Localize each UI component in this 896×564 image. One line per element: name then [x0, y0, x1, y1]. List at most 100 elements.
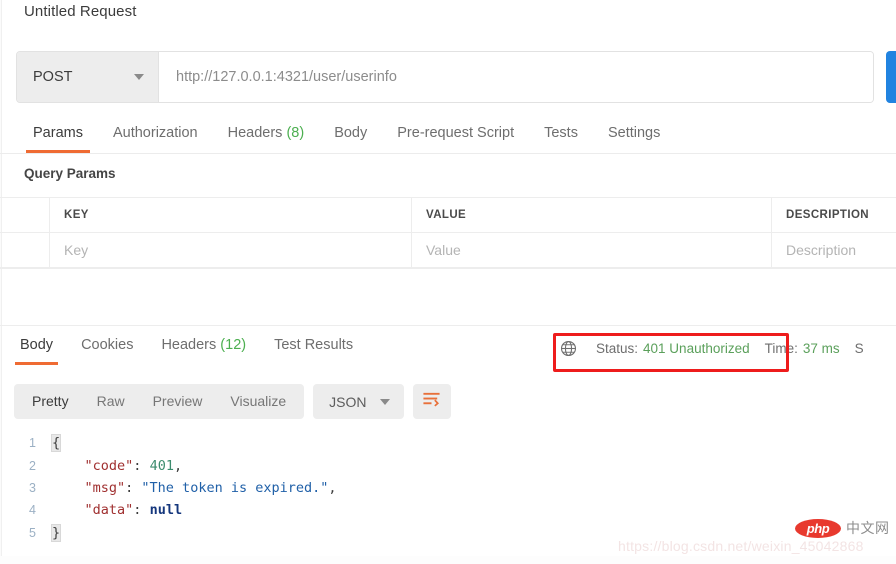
param-key-input[interactable]: Key — [50, 233, 412, 267]
time-value[interactable]: 37 ms — [803, 341, 840, 356]
status-label: Status: — [596, 341, 639, 356]
watermark-logo-suffix: 中文网 — [846, 520, 890, 536]
tab-authorization-label: Authorization — [112, 125, 198, 141]
word-wrap-icon — [422, 391, 441, 412]
query-params-table: KEY VALUE DESCRIPTION Key Value Descript… — [0, 197, 896, 269]
view-mode-visualize[interactable]: Visualize — [216, 385, 300, 418]
code-text: } — [50, 523, 62, 542]
code-line: 4 "data": null — [0, 499, 896, 521]
column-header-description: DESCRIPTION — [786, 209, 869, 221]
column-header-key: KEY — [50, 198, 412, 232]
code-line: 2 "code": 401, — [0, 454, 896, 476]
json-number: 401 — [149, 457, 174, 474]
line-number: 3 — [29, 480, 36, 495]
tab-headers-label: Headers — [227, 125, 283, 141]
tab-settings[interactable]: Settings — [593, 120, 675, 153]
code-line: 3 "msg": "The token is expired.", — [0, 477, 896, 499]
json-punct: : — [133, 502, 150, 519]
row-checkbox[interactable] — [0, 233, 50, 267]
json-string: "The token is expired." — [141, 479, 329, 496]
query-params-heading: Query Params — [24, 166, 116, 181]
page-title: Untitled Request — [24, 3, 137, 20]
postman-window: Untitled Request POST http://127.0.0.1:4… — [0, 0, 896, 564]
json-null: null — [149, 502, 183, 519]
view-mode-raw[interactable]: Raw — [83, 385, 139, 418]
tab-body-label: Body — [334, 125, 368, 141]
code-text: { — [50, 434, 62, 453]
view-mode-pretty[interactable]: Pretty — [18, 385, 83, 418]
tab-tests[interactable]: Tests — [529, 120, 593, 153]
php-logo-icon: php — [795, 518, 841, 538]
view-mode-group: Pretty Raw Preview Visualize — [14, 384, 305, 419]
tab-headers-count: (8) — [286, 125, 305, 141]
tab-authorization[interactable]: Authorization — [98, 120, 213, 153]
response-body-code[interactable]: 1 { 2 "code": 401, 3 "msg": "The token i… — [0, 432, 896, 544]
response-tab-body[interactable]: Body — [6, 333, 67, 365]
json-punct: , — [328, 479, 337, 496]
table-row[interactable]: Key Value Description — [0, 233, 896, 268]
param-value-input[interactable]: Value — [412, 233, 772, 267]
line-number: 5 — [29, 525, 36, 540]
response-tab-headers[interactable]: Headers (12) — [147, 333, 260, 365]
response-tab-cookies-label: Cookies — [81, 337, 134, 353]
column-header-value: VALUE — [412, 198, 772, 232]
bottom-edge — [0, 556, 896, 564]
tab-params-label: Params — [33, 125, 83, 141]
tab-pre-request-script[interactable]: Pre-request Script — [382, 120, 529, 153]
time-label: Time: — [764, 341, 798, 356]
code-text: "msg": "The token is expired.", — [52, 480, 337, 496]
view-mode-preview[interactable]: Preview — [139, 385, 217, 418]
globe-icon — [560, 340, 577, 357]
response-tab-headers-label: Headers — [161, 337, 217, 353]
chevron-down-icon — [134, 74, 144, 80]
tab-headers[interactable]: Headers (8) — [213, 120, 320, 153]
request-tabs: Params Authorization Headers (8) Body Pr… — [0, 120, 896, 154]
format-label: JSON — [329, 393, 367, 410]
code-line: 1 { — [0, 432, 896, 454]
response-body-toolbar: Pretty Raw Preview Visualize JSON — [14, 384, 451, 419]
response-tab-test-results[interactable]: Test Results — [260, 333, 367, 365]
code-text: "code": 401, — [52, 457, 183, 474]
response-tab-test-results-label: Test Results — [274, 337, 354, 353]
param-description-input[interactable]: Description — [772, 233, 896, 267]
response-tab-cookies[interactable]: Cookies — [67, 333, 147, 365]
watermark-url: https://blog.csdn.net/weixin_45042868 — [618, 538, 864, 554]
open-brace: { — [50, 434, 62, 453]
pane-divider[interactable] — [0, 325, 896, 326]
response-meta: Status: 401 Unauthorized Time: 37 ms S — [560, 340, 864, 357]
send-button[interactable] — [886, 51, 896, 103]
word-wrap-button[interactable] — [412, 384, 451, 419]
response-tab-body-label: Body — [20, 337, 54, 353]
size-label-truncated: S — [854, 341, 864, 356]
http-method-select[interactable]: POST — [17, 52, 159, 102]
tab-settings-label: Settings — [607, 125, 661, 141]
close-brace: } — [50, 523, 62, 542]
response-tab-headers-count: (12) — [220, 337, 247, 353]
tab-pre-request-script-label: Pre-request Script — [397, 125, 515, 141]
json-punct: : — [133, 457, 150, 474]
watermark-logo: php 中文网 — [795, 518, 890, 538]
tab-body[interactable]: Body — [319, 120, 382, 153]
line-number: 2 — [29, 458, 36, 473]
line-number: 4 — [29, 503, 36, 518]
column-header-checkbox — [0, 198, 50, 232]
json-key: "msg" — [84, 479, 126, 496]
line-number: 1 — [29, 436, 36, 451]
json-punct: , — [173, 457, 183, 474]
url-input[interactable]: http://127.0.0.1:4321/user/userinfo — [159, 52, 873, 102]
tab-params[interactable]: Params — [18, 120, 98, 153]
chevron-down-icon — [379, 398, 390, 405]
json-punct: : — [125, 479, 142, 496]
json-key: "code" — [84, 457, 134, 474]
http-method-label: POST — [33, 69, 73, 85]
format-select[interactable]: JSON — [313, 384, 404, 419]
code-text: "data": null — [52, 502, 183, 519]
status-badge[interactable]: 401 Unauthorized — [643, 341, 750, 356]
table-header-row: KEY VALUE DESCRIPTION — [0, 198, 896, 233]
php-logo-text: php — [806, 520, 830, 536]
tab-tests-label: Tests — [544, 125, 578, 141]
url-bar: POST http://127.0.0.1:4321/user/userinfo — [16, 51, 874, 103]
